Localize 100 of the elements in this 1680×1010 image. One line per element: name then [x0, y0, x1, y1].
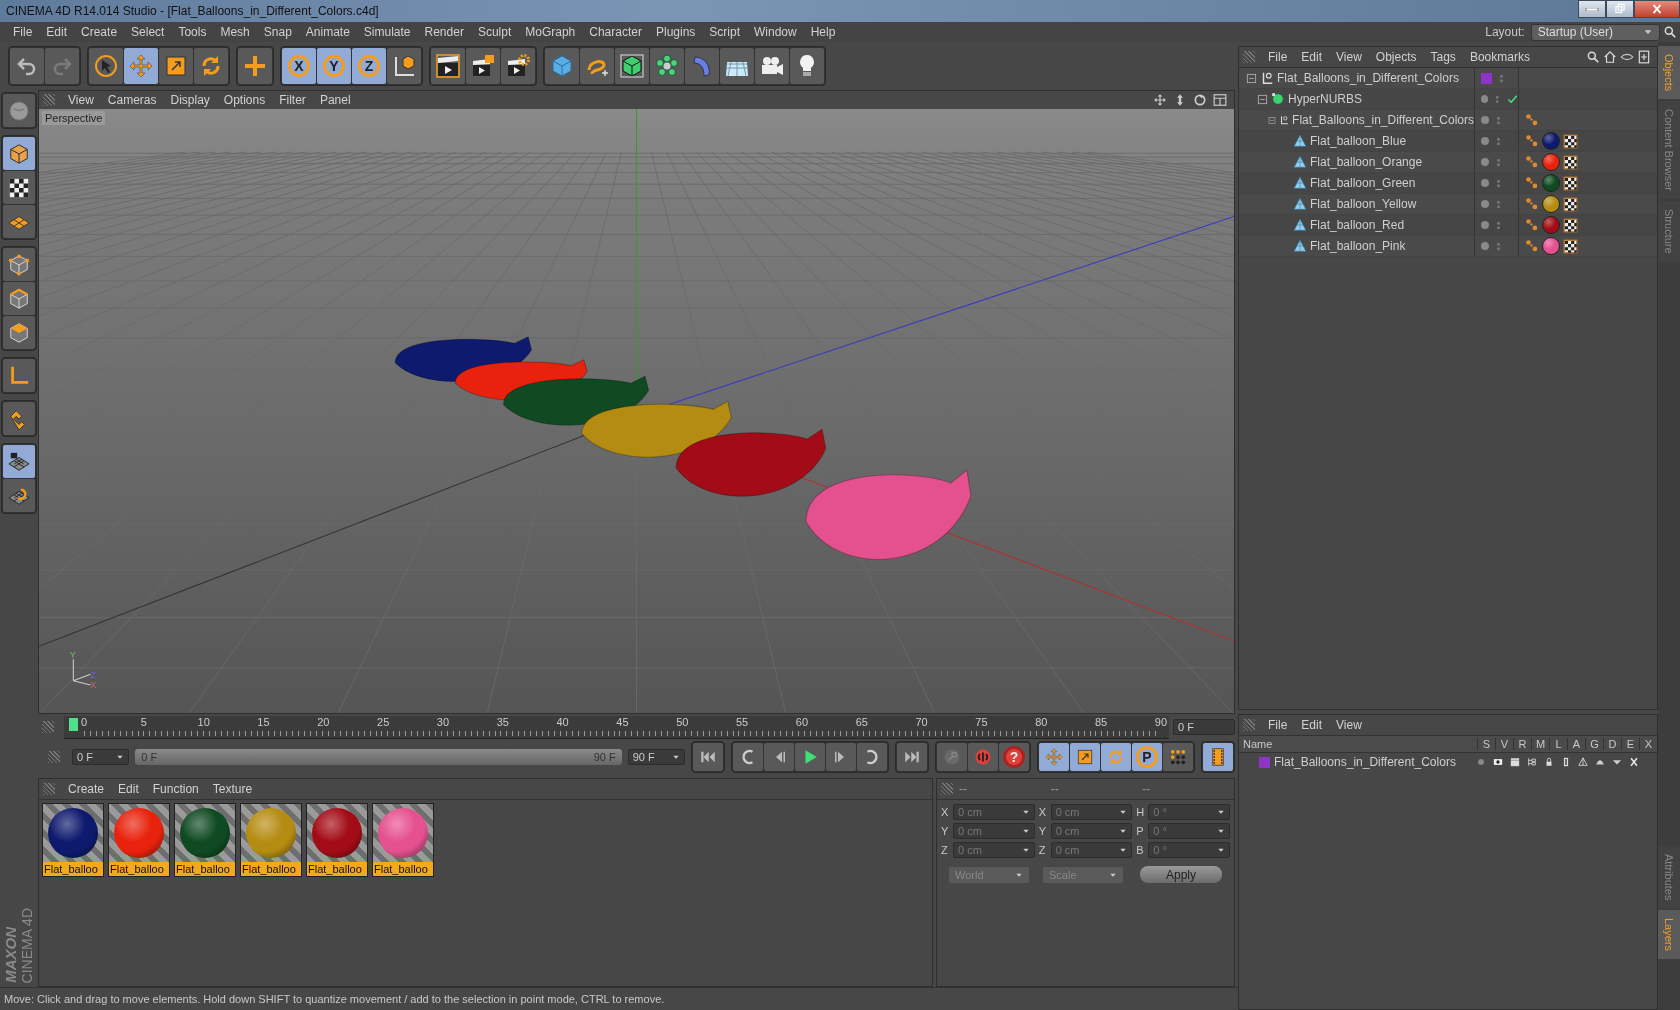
menu-item[interactable]: Edit [39, 25, 75, 39]
menu-item[interactable]: Script [702, 25, 747, 39]
menu-item[interactable]: Tools [171, 25, 214, 39]
object-row[interactable]: Flat_balloon_Green [1239, 173, 1657, 194]
material-swatch[interactable]: Flat_balloo [174, 803, 236, 877]
playback-button[interactable] [764, 743, 794, 771]
object-row[interactable]: Flat_balloon_Blue [1239, 131, 1657, 152]
tool-button[interactable] [3, 445, 35, 478]
menu-item[interactable]: Mesh [213, 25, 257, 39]
playback-button[interactable] [826, 743, 856, 771]
playback-button[interactable] [968, 743, 998, 771]
material-tag[interactable] [1542, 195, 1560, 213]
material-tag[interactable] [1542, 153, 1560, 171]
menu-item[interactable]: Edit [1294, 718, 1330, 732]
toolbar-button[interactable] [466, 48, 500, 84]
minimize-button[interactable] [1578, 0, 1606, 18]
playback-button[interactable]: ? [999, 743, 1029, 771]
view-nav-button[interactable] [1152, 92, 1168, 108]
menu-item[interactable]: Bookmarks [1462, 50, 1537, 64]
close-button[interactable] [1634, 0, 1680, 18]
menu-item[interactable]: Cameras [100, 93, 164, 107]
menu-item[interactable]: Create [61, 782, 112, 796]
menu-item[interactable]: View [1329, 50, 1369, 64]
object-row[interactable]: Flat_balloon_Orange [1239, 152, 1657, 173]
menu-item[interactable]: Simulate [356, 25, 418, 39]
layout-dropdown[interactable]: Startup (User) [1530, 23, 1660, 41]
playback-button[interactable]: P [1132, 743, 1162, 771]
material-swatch[interactable]: Flat_balloo [108, 803, 170, 877]
menu-item[interactable]: View [61, 93, 101, 107]
side-tab[interactable]: Layers [1658, 910, 1680, 960]
material-swatch[interactable]: Flat_balloo [42, 803, 104, 877]
menu-item[interactable]: Edit [1294, 50, 1330, 64]
menu-item[interactable]: Function [145, 782, 206, 796]
frame-field[interactable]: 0 F [1173, 719, 1235, 735]
menu-item[interactable]: Panel [312, 93, 358, 107]
toolbar-button[interactable]: Y [317, 48, 351, 84]
toolbar-button[interactable] [431, 48, 465, 84]
menu-item[interactable]: Create [74, 25, 125, 39]
object-row[interactable]: Flat_Balloons_in_Different_Colors [1239, 110, 1657, 131]
grip-handle[interactable] [1243, 719, 1255, 731]
menu-item[interactable]: Help [803, 25, 843, 39]
menu-item[interactable]: Plugins [648, 25, 703, 39]
menu-item[interactable]: Filter [272, 93, 313, 107]
visibility-dot[interactable] [1481, 137, 1489, 145]
material-swatch[interactable]: Flat_balloo [240, 803, 302, 877]
playback-button[interactable] [795, 743, 825, 771]
visibility-dot[interactable] [1481, 116, 1489, 124]
toolbar-button[interactable] [755, 48, 789, 84]
menu-item[interactable]: MoGraph [518, 25, 583, 39]
view-nav-button[interactable] [1192, 92, 1208, 108]
toolbar-button[interactable] [501, 48, 535, 84]
material-tag[interactable] [1542, 237, 1560, 255]
timeline-ruler[interactable]: 0 5 10 15 20 25 30 35 40 45 50 55 60 65 70 75 80 85 90 [64, 715, 1169, 739]
visibility-dot[interactable] [1481, 95, 1489, 103]
object-row[interactable]: Flat_balloon_Red [1239, 215, 1657, 236]
object-row[interactable]: Flat_balloon_Yellow [1239, 194, 1657, 215]
visibility-dot[interactable] [1481, 179, 1489, 187]
grip-handle[interactable] [43, 94, 55, 106]
material-swatch[interactable]: Flat_balloo [372, 803, 434, 877]
menu-item[interactable]: Render [417, 25, 471, 39]
menu-item[interactable]: View [1329, 718, 1369, 732]
playhead[interactable] [69, 717, 78, 731]
view-nav-button[interactable] [1212, 92, 1228, 108]
grip-handle[interactable] [1243, 51, 1255, 63]
object-row[interactable]: Flat_balloon_Pink [1239, 236, 1657, 257]
menu-item[interactable]: Tags [1423, 50, 1463, 64]
visibility-dot[interactable] [1481, 200, 1489, 208]
toolbar-button[interactable] [89, 48, 123, 84]
visibility-dot[interactable] [1481, 242, 1489, 250]
grip-handle[interactable] [43, 783, 55, 795]
playback-button[interactable] [1163, 743, 1193, 771]
side-tab[interactable]: Objects [1658, 46, 1680, 100]
menu-item[interactable]: File [1261, 50, 1295, 64]
object-row[interactable]: Flat_Balloons_in_Different_Colors [1239, 68, 1657, 89]
toolbar-button[interactable] [615, 48, 649, 84]
playback-button[interactable] [857, 743, 887, 771]
menu-item[interactable]: Texture [205, 782, 260, 796]
menu-item[interactable]: Edit [111, 782, 146, 796]
material-tag[interactable] [1542, 174, 1560, 192]
maximize-button[interactable] [1606, 0, 1634, 18]
grip-handle[interactable] [941, 783, 953, 795]
end-frame-field[interactable]: 90 F [627, 749, 685, 765]
toolbar-button[interactable]: X [282, 48, 316, 84]
material-tag[interactable] [1542, 216, 1560, 234]
start-frame-field[interactable]: 0 F [72, 749, 130, 765]
playback-button[interactable] [1070, 743, 1100, 771]
toolbar-button[interactable] [790, 48, 824, 84]
menu-item[interactable]: Character [582, 25, 649, 39]
menu-item[interactable]: Select [124, 25, 172, 39]
apply-button[interactable]: Apply [1140, 866, 1222, 883]
grip-handle[interactable] [48, 751, 60, 763]
object-row[interactable]: HyperNURBS [1239, 89, 1657, 110]
menu-item[interactable]: Options [216, 93, 273, 107]
menu-item[interactable]: File [1261, 718, 1295, 732]
playback-button[interactable] [733, 743, 763, 771]
toolbar-button[interactable] [387, 48, 421, 84]
toolbar-button[interactable]: Z [352, 48, 386, 84]
menu-item[interactable]: Snap [256, 25, 299, 39]
menu-item[interactable]: Display [163, 93, 217, 107]
visibility-dot[interactable] [1481, 158, 1489, 166]
